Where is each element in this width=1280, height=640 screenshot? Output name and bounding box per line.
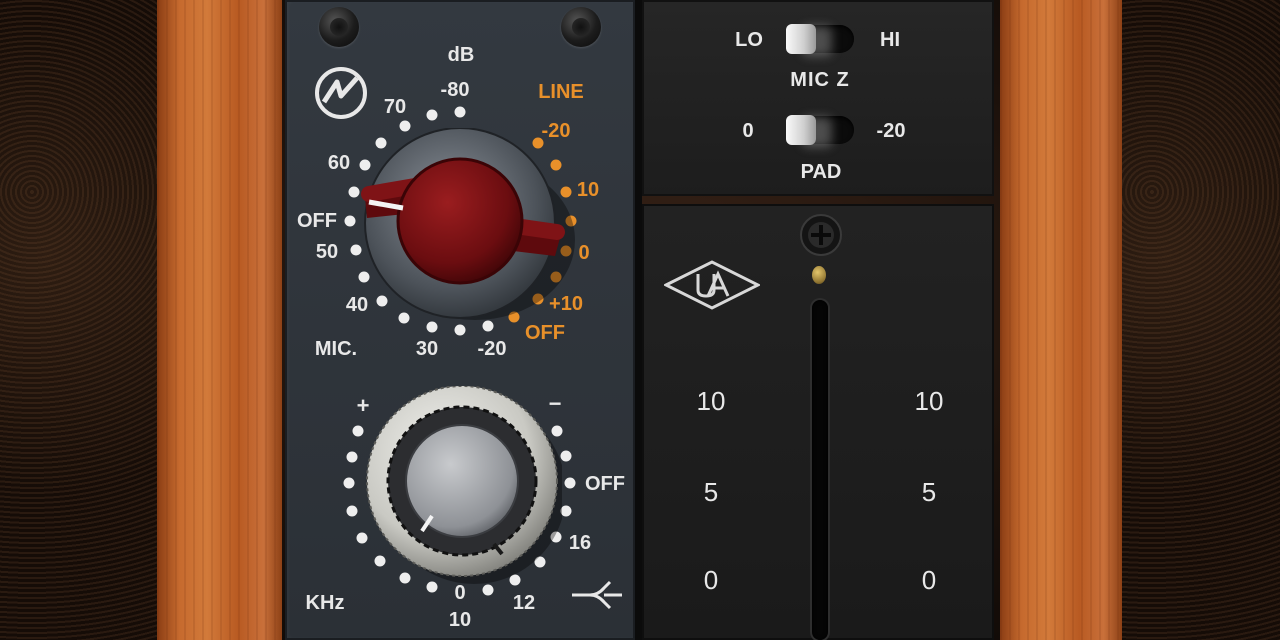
wood-side-right [1000,0,1122,640]
wood-side-left [157,0,282,640]
fader-slot[interactable] [812,300,828,640]
ua-logo-icon [664,260,760,310]
gain-label: -80 [440,79,470,101]
mic-z-lo-label: LO [735,29,763,51]
leather-background-left [0,0,160,640]
gain-label: -20 [477,338,507,360]
leather-background-right [1120,0,1280,640]
meter-tick-right: 5 [921,477,937,507]
gain-label: 60 [327,152,351,174]
eq-freq-label: 0 [454,582,466,604]
eq-knob[interactable] [362,386,562,586]
line-label: LINE [538,81,584,103]
gain-label: 30 [415,338,439,360]
screw-icon [800,214,842,256]
meter-tick-right: 10 [914,386,944,416]
meter-tick-left: 10 [696,386,726,416]
screw-icon [561,7,601,47]
gain-knob[interactable] [355,128,605,328]
meter-tick-left: 5 [703,477,719,507]
fader-rivet [812,266,826,284]
gain-label: 50 [315,241,339,263]
high-pass-filter-icon [572,580,622,610]
eq-freq-label: 12 [512,592,536,614]
eq-freq-label: 10 [448,609,472,631]
meter-tick-right: 0 [921,565,937,595]
screw-icon [319,7,359,47]
gain-label: 70 [383,96,407,118]
mic-label: MIC. [314,338,358,360]
db-label: dB [447,44,475,66]
eq-off-label: OFF [585,473,625,495]
panel-divider [635,0,642,640]
mic-z-title: MIC Z [790,69,850,91]
mic-z-hi-label: HI [880,29,900,51]
pad-minus20-label: -20 [876,120,906,142]
eq-freq-label: 16 [568,532,592,554]
khz-label: KHz [305,592,345,614]
neve-logo-icon [315,67,367,119]
pad-title: PAD [800,161,842,183]
gain-label: OFF [297,210,337,232]
meter-tick-left: 0 [703,565,719,595]
pad-zero-label: 0 [742,120,754,142]
